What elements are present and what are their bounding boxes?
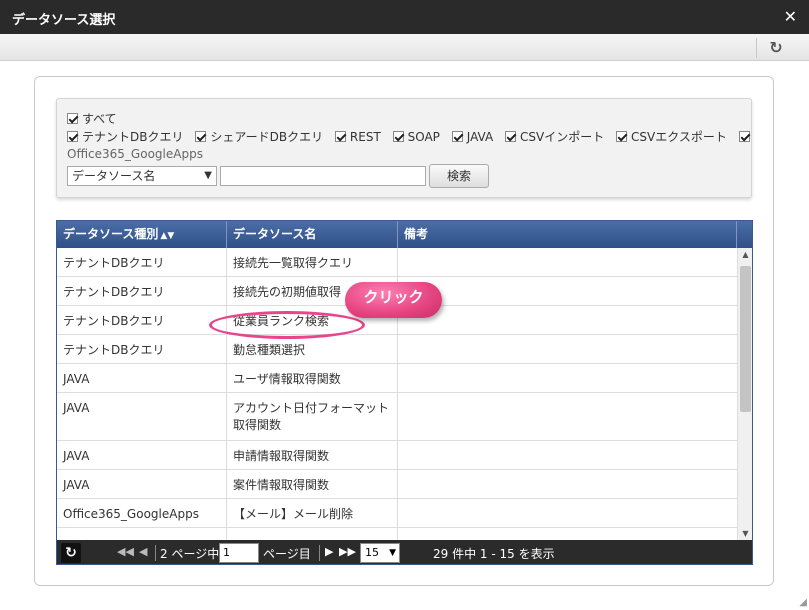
datasource-grid: データソース種別 ▲▼ データソース名 備考 テナントDBクエリ 接続先一覧取得ク… (56, 220, 753, 565)
cell-name: ユーザ情報取得関数 (227, 364, 398, 392)
checkbox-label: テナントDBクエリ (82, 130, 184, 144)
table-row[interactable]: JAVA 案件情報取得関数 (57, 470, 737, 499)
page-size-value: 15 (365, 546, 379, 559)
cell-type: Office365_GoogleApps (57, 499, 227, 527)
checkbox-java[interactable] (451, 131, 463, 142)
checkbox-shared-db-query[interactable] (195, 131, 207, 142)
dropdown-arrow-icon: ▼ (389, 548, 396, 558)
cell-note (398, 528, 737, 540)
search-input[interactable] (220, 166, 426, 186)
cell-note (398, 306, 737, 334)
search-button[interactable]: 検索 (429, 164, 489, 188)
cell-name: 接続先一覧取得クエリ (227, 248, 398, 276)
table-row[interactable]: テナントDBクエリ 接続先一覧取得クエリ (57, 248, 737, 277)
cell-type: JAVA (57, 364, 227, 392)
cell-name: 勤怠種類選択 (227, 335, 398, 363)
checkbox-csv-export[interactable] (616, 131, 628, 142)
prev-page-icon[interactable]: ◀ (139, 545, 147, 558)
dialog-toolbar: ↻ (0, 34, 809, 61)
cell-note (398, 335, 737, 363)
page-number-input[interactable]: 1 (219, 543, 259, 563)
cell-type: JAVA (57, 470, 227, 498)
checkbox-soap[interactable] (392, 131, 404, 142)
cell-note (398, 441, 737, 469)
result-summary: 29 件中 1 - 15 を表示 (433, 547, 555, 561)
cell-type: JAVA (57, 393, 227, 440)
checkbox-office365-googleapps[interactable] (738, 131, 750, 142)
checkbox-label: CSVエクスポート (631, 130, 727, 144)
close-icon[interactable]: ✕ (784, 7, 797, 26)
cell-type: JAVA (57, 441, 227, 469)
pager-divider (155, 545, 156, 561)
cell-note (398, 277, 737, 305)
checkbox-label: REST (349, 130, 381, 144)
table-row[interactable]: JAVA ユーザ情報取得関数 (57, 364, 737, 393)
dialog-title: データソース選択 (12, 13, 116, 28)
column-header-label: 備考 (404, 227, 429, 241)
toolbar-divider (756, 38, 757, 58)
cell-type: テナントDBクエリ (57, 277, 227, 305)
table-row[interactable]: テナントDBクエリ 勤怠種類選択 (57, 335, 737, 364)
cell-type (57, 528, 227, 540)
dropdown-arrow-icon: ▼ (204, 170, 212, 181)
cell-note (398, 248, 737, 276)
resize-grip-icon[interactable]: ◢ (799, 597, 807, 608)
reload-icon[interactable]: ↻ (61, 543, 81, 563)
checkbox-label: JAVA (466, 130, 494, 144)
dialog-titlebar: データソース選択 ✕ (0, 0, 809, 34)
column-header-label: データソース種別 (63, 227, 159, 241)
cell-note (398, 393, 737, 440)
checkbox-label: シェアードDBクエリ (210, 130, 324, 144)
page-size-select[interactable]: 15 ▼ (360, 543, 400, 563)
scroll-up-icon[interactable]: ▲ (738, 248, 752, 261)
table-row-partial[interactable] (57, 528, 737, 540)
cell-type: テナントDBクエリ (57, 306, 227, 334)
checkbox-label: SOAP (407, 130, 440, 144)
annotation-callout-bubble: クリック (345, 282, 442, 318)
table-row[interactable]: JAVA アカウント日付フォーマット取得関数 (57, 393, 737, 441)
search-field-value: データソース名 (72, 169, 156, 183)
column-header-name[interactable]: データソース名 (227, 221, 398, 248)
refresh-icon[interactable]: ↻ (766, 38, 786, 58)
page-suffix-text: ページ目 (263, 547, 311, 561)
pagination-bar: ↻ ◀◀ ◀ 2 ページ中 1 ページ目 ▶ ▶▶ 15 ▼ 29 件中 1 -… (57, 540, 752, 564)
cell-type: テナントDBクエリ (57, 335, 227, 363)
grid-scrollbar[interactable]: ▲ ▼ (737, 248, 752, 540)
table-row[interactable]: JAVA 申請情報取得関数 (57, 441, 737, 470)
checkbox-csv-import[interactable] (504, 131, 516, 142)
cell-name (227, 528, 398, 540)
checkbox-tenant-db-query[interactable] (67, 131, 78, 142)
grid-header: データソース種別 ▲▼ データソース名 備考 (57, 221, 752, 248)
sort-icon[interactable]: ▲▼ (160, 231, 174, 241)
checkbox-label: CSVインポート (519, 130, 605, 144)
scroll-thumb[interactable] (740, 266, 751, 412)
filter-all-row: すべて (67, 110, 117, 127)
first-page-icon[interactable]: ◀◀ (117, 545, 134, 558)
column-header-type[interactable]: データソース種別 ▲▼ (57, 221, 227, 248)
cell-name: アカウント日付フォーマット取得関数 (227, 393, 398, 440)
search-field-select[interactable]: データソース名 ▼ (67, 166, 217, 186)
cell-type: テナントDBクエリ (57, 248, 227, 276)
checkbox-all[interactable] (67, 113, 78, 124)
cell-note (398, 499, 737, 527)
checkbox-rest[interactable] (334, 131, 346, 142)
checkbox-office365-label: Office365_GoogleApps (67, 147, 203, 161)
checkbox-all-label: すべて (82, 112, 117, 126)
cell-name: 申請情報取得関数 (227, 441, 398, 469)
search-filter-box: すべて テナントDBクエリ シェアードDBクエリ REST SOAP JAVA … (56, 98, 752, 198)
table-row[interactable]: Office365_GoogleApps 【メール】メール削除 (57, 499, 737, 528)
cell-note (398, 470, 737, 498)
scroll-down-icon[interactable]: ▼ (738, 527, 752, 540)
page-count-text: 2 ページ中 (160, 547, 220, 561)
cell-name: 案件情報取得関数 (227, 470, 398, 498)
cell-name: 【メール】メール削除 (227, 499, 398, 527)
cell-note (398, 364, 737, 392)
column-header-note[interactable]: 備考 (398, 221, 737, 248)
filter-type-row: テナントDBクエリ シェアードDBクエリ REST SOAP JAVA CSVイ… (67, 128, 762, 145)
pager-divider (319, 545, 320, 561)
next-page-icon[interactable]: ▶ (325, 545, 333, 558)
annotation-highlight-ellipse (209, 311, 365, 339)
column-header-label: データソース名 (233, 227, 317, 241)
last-page-icon[interactable]: ▶▶ (339, 545, 356, 558)
